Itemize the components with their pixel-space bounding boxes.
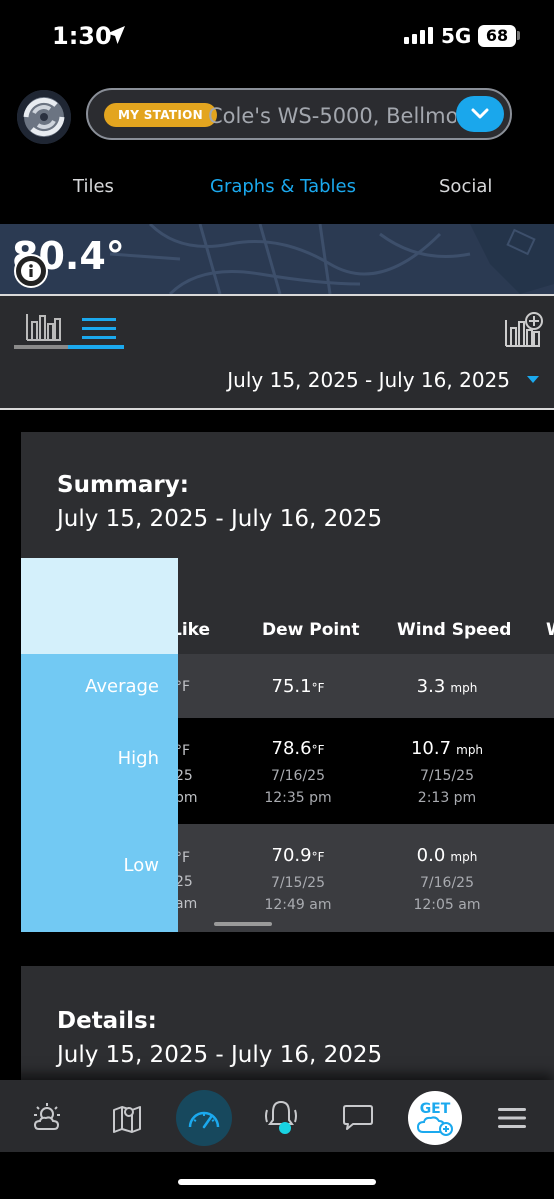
battery-tip — [517, 31, 520, 40]
summary-card: Summary: July 15, 2025 - July 16, 2025 L… — [21, 432, 554, 932]
main-tabs: Tiles Graphs & Tables Social — [0, 168, 554, 212]
high-dew-point: 78.6°F 7/16/25 12:35 pm — [223, 738, 373, 809]
station-name: Cole's WS-5000, Bellmore — [208, 104, 456, 128]
table-tab-underline — [68, 345, 124, 349]
partial-low-time: am — [175, 896, 198, 912]
my-station-badge: MY STATION — [104, 103, 217, 127]
value: 10.7 — [410, 738, 452, 759]
unit: °F — [311, 681, 325, 695]
low-dew-point: 70.9°F 7/15/25 12:49 am — [223, 845, 373, 916]
bottom-navigation: GET — [0, 1080, 554, 1152]
home-indicator[interactable] — [178, 1179, 376, 1185]
graph-toolbar: July 15, 2025 - July 16, 2025 — [0, 296, 554, 408]
status-time: 1:30 — [52, 22, 112, 50]
add-chart-button[interactable] — [504, 312, 544, 348]
summary-date-range: July 15, 2025 - July 16, 2025 — [57, 506, 383, 532]
station-selector[interactable]: MY STATION Cole's WS-5000, Bellmore — [86, 88, 512, 140]
value: 70.9 — [271, 845, 312, 866]
map-icon — [113, 1106, 141, 1133]
value: 75.1 — [271, 676, 312, 697]
date: 7/16/25 — [271, 768, 325, 784]
chart-tab-underline — [14, 345, 70, 349]
info-icon — [21, 261, 41, 281]
bar-chart-icon — [26, 314, 61, 341]
get-cloud-icon: GET — [416, 1101, 453, 1136]
avg-wind-speed: 3.3 mph — [372, 676, 522, 697]
menu-icon — [498, 1108, 526, 1128]
hurricane-icon — [17, 90, 71, 144]
time: 12:49 am — [264, 897, 332, 913]
unit: mph — [450, 681, 478, 695]
row-label-low: Low — [123, 855, 159, 876]
column-header-dew-point: Dew Point — [262, 620, 360, 640]
alerts-icon — [265, 1100, 297, 1134]
nav-chat[interactable] — [330, 1090, 386, 1146]
nav-menu[interactable] — [484, 1090, 540, 1146]
cellular-signal-icon — [404, 27, 433, 44]
nav-get[interactable]: GET — [408, 1091, 462, 1145]
table-view-toggle[interactable] — [70, 310, 124, 348]
low-wind-speed: 0.0 mph 7/16/25 12:05 am — [372, 845, 522, 916]
summary-title: Summary: — [57, 472, 189, 498]
list-icon — [82, 318, 116, 339]
map-preview[interactable]: 80.4° — [0, 224, 554, 294]
network-type: 5G — [441, 24, 472, 48]
unit: mph — [450, 850, 478, 864]
battery-icon: 68 — [478, 25, 516, 47]
label-column-header — [21, 558, 178, 654]
get-label: GET — [420, 1101, 451, 1117]
value: 0.0 — [416, 845, 446, 866]
column-header-partial: W — [546, 620, 554, 640]
unit: °F — [311, 743, 325, 757]
caret-down-icon[interactable] — [527, 376, 539, 383]
avg-dew-point: 75.1°F — [223, 676, 373, 697]
time: 2:13 pm — [417, 790, 477, 806]
unit: °F — [311, 850, 325, 864]
unit: mph — [456, 743, 484, 757]
station-dropdown-button[interactable] — [456, 96, 504, 132]
station-avatar[interactable] — [17, 90, 71, 144]
date-range-selector[interactable]: July 15, 2025 - July 16, 2025 — [227, 368, 510, 392]
value: 3.3 — [416, 676, 446, 697]
info-button[interactable] — [14, 254, 48, 288]
row-label-average: Average — [85, 676, 159, 697]
details-title: Details: — [57, 1008, 157, 1034]
nav-map[interactable] — [99, 1090, 155, 1146]
chart-view-toggle[interactable] — [14, 310, 70, 348]
row-label-column: Average High Low — [21, 558, 178, 932]
date: 7/15/25 — [271, 875, 325, 891]
date: 7/16/25 — [420, 875, 474, 891]
partial-high-time: pm — [175, 790, 198, 806]
time: 12:35 pm — [264, 790, 332, 806]
tab-graphs-tables[interactable]: Graphs & Tables — [210, 176, 356, 197]
tab-social[interactable]: Social — [439, 176, 492, 197]
value: 78.6 — [271, 738, 312, 759]
chat-icon — [343, 1105, 373, 1130]
column-header-wind-speed: Wind Speed — [397, 620, 512, 640]
add-chart-icon — [505, 312, 543, 347]
row-label-high: High — [117, 748, 159, 769]
location-arrow-icon — [107, 26, 125, 44]
weather-icon — [33, 1103, 60, 1130]
horizontal-scrollbar[interactable] — [214, 922, 272, 926]
nav-forecast[interactable] — [20, 1090, 76, 1146]
chevron-down-icon — [471, 108, 489, 119]
high-wind-speed: 10.7 mph 7/15/25 2:13 pm — [372, 738, 522, 809]
date: 7/15/25 — [420, 768, 474, 784]
time: 12:05 am — [413, 897, 481, 913]
details-date-range: July 15, 2025 - July 16, 2025 — [57, 1042, 383, 1068]
dashboard-icon — [188, 1111, 220, 1129]
divider — [0, 408, 554, 410]
status-bar: 1:30 5G 68 — [0, 0, 554, 78]
nav-dashboard[interactable] — [176, 1090, 232, 1146]
nav-alerts[interactable] — [253, 1090, 309, 1146]
tab-tiles[interactable]: Tiles — [73, 176, 114, 197]
